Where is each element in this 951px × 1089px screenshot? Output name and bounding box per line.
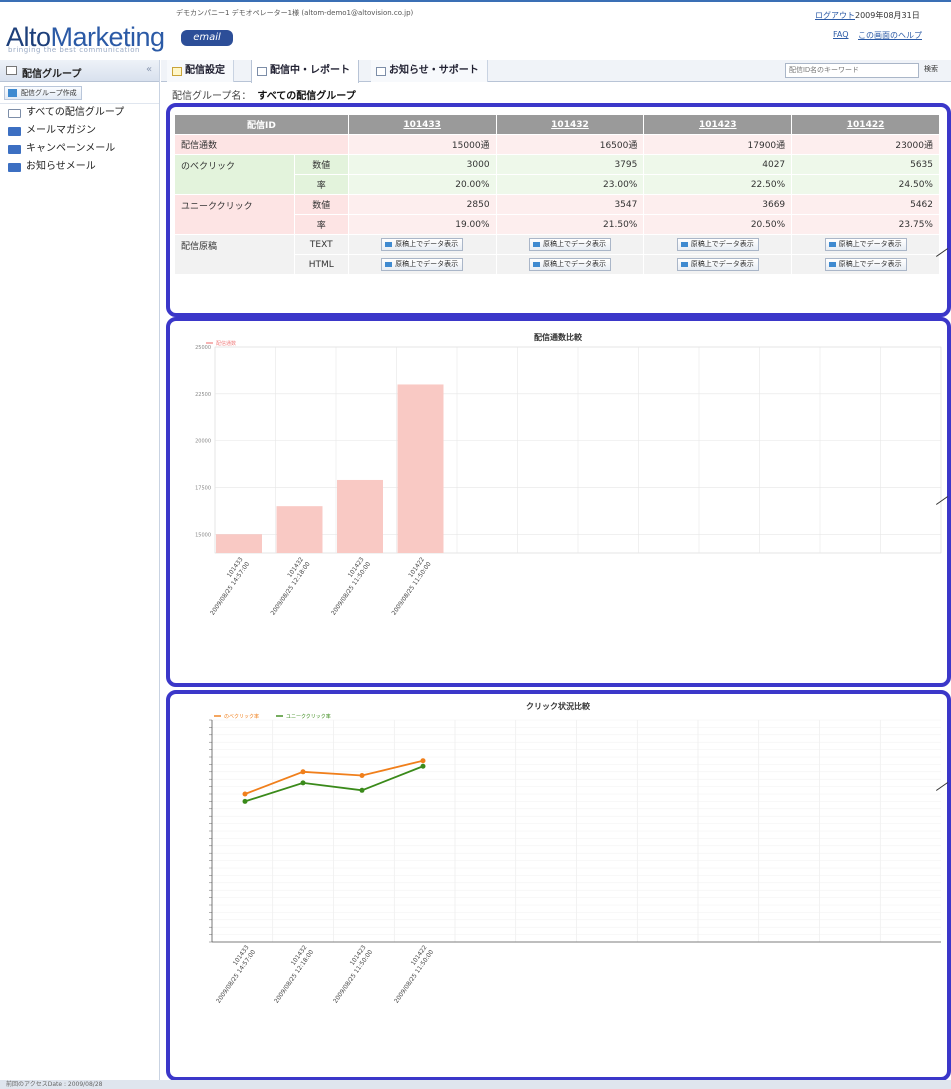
add-folder-icon [8, 89, 17, 97]
folder-icon [8, 127, 21, 136]
user-info: デモカンパニー1 デモオペレーター1様 (altom-demo1@altovis… [176, 9, 414, 17]
notice-icon [376, 67, 386, 76]
create-group-label: 配信グループ作成 [21, 89, 77, 97]
group-name-caption: 配信グループ名： [172, 91, 252, 102]
sidebar-item-all-groups[interactable]: すべての配信グループ [0, 104, 159, 122]
tab-label: 配信中・レポート [270, 65, 350, 76]
group-name-label: 配信グループ名： すべての配信グループ [172, 87, 356, 102]
status-bar: 前回のアクセスDate : 2009/08/28 [0, 1080, 951, 1089]
sidebar-item-mail-magazine[interactable]: メールマガジン [0, 122, 159, 140]
create-group-button[interactable]: 配信グループ作成 [4, 86, 82, 100]
sidebar: 配信グループ « 配信グループ作成 すべての配信グループ メールマガジン キャン… [0, 60, 160, 1080]
sidebar-header: 配信グループ « [0, 60, 159, 82]
highlight-frame-bar-chart [166, 317, 951, 687]
highlight-frame-table [166, 103, 951, 317]
tab-notice-support[interactable]: お知らせ・サポート [371, 60, 488, 82]
highlight-frame-line-chart [166, 690, 951, 1081]
help-link[interactable]: この画面のヘルプ [858, 30, 922, 41]
tab-label: お知らせ・サポート [389, 65, 479, 76]
faq-link[interactable]: FAQ [833, 30, 849, 39]
sidebar-item-notice-mail[interactable]: お知らせメール [0, 158, 159, 176]
logo-tagline: bringing the best communication [8, 46, 140, 54]
app-header: デモカンパニー1 デモオペレーター1様 (altom-demo1@altovis… [0, 0, 951, 60]
sidebar-item-label: お知らせメール [26, 161, 96, 172]
sidebar-item-label: キャンペーンメール [26, 143, 116, 154]
tab-delivery-settings[interactable]: 配信設定 [167, 60, 234, 82]
collapse-icon[interactable]: « [146, 64, 152, 75]
folder-icon [8, 163, 21, 172]
sidebar-title: 配信グループ [22, 69, 82, 80]
report-icon [257, 67, 267, 76]
sidebar-item-campaign-mail[interactable]: キャンペーンメール [0, 140, 159, 158]
folder-icon [6, 66, 17, 75]
folder-icon [8, 145, 21, 154]
current-date: 2009年08月31日 [855, 11, 920, 20]
sidebar-item-label: メールマガジン [26, 125, 96, 136]
group-name-value: すべての配信グループ [257, 91, 356, 102]
sidebar-toolbar: 配信グループ作成 [0, 82, 159, 104]
open-folder-icon [8, 109, 21, 118]
logout-link[interactable]: ログアウト [815, 10, 855, 21]
settings-icon [172, 67, 182, 76]
logo-email-badge: email [181, 30, 233, 46]
sidebar-item-label: すべての配信グループ [26, 107, 125, 118]
tab-label: 配信設定 [185, 65, 225, 76]
search-button[interactable]: 検索 [924, 64, 938, 74]
search-input[interactable] [785, 63, 919, 78]
tab-report[interactable]: 配信中・レポート [251, 60, 359, 83]
